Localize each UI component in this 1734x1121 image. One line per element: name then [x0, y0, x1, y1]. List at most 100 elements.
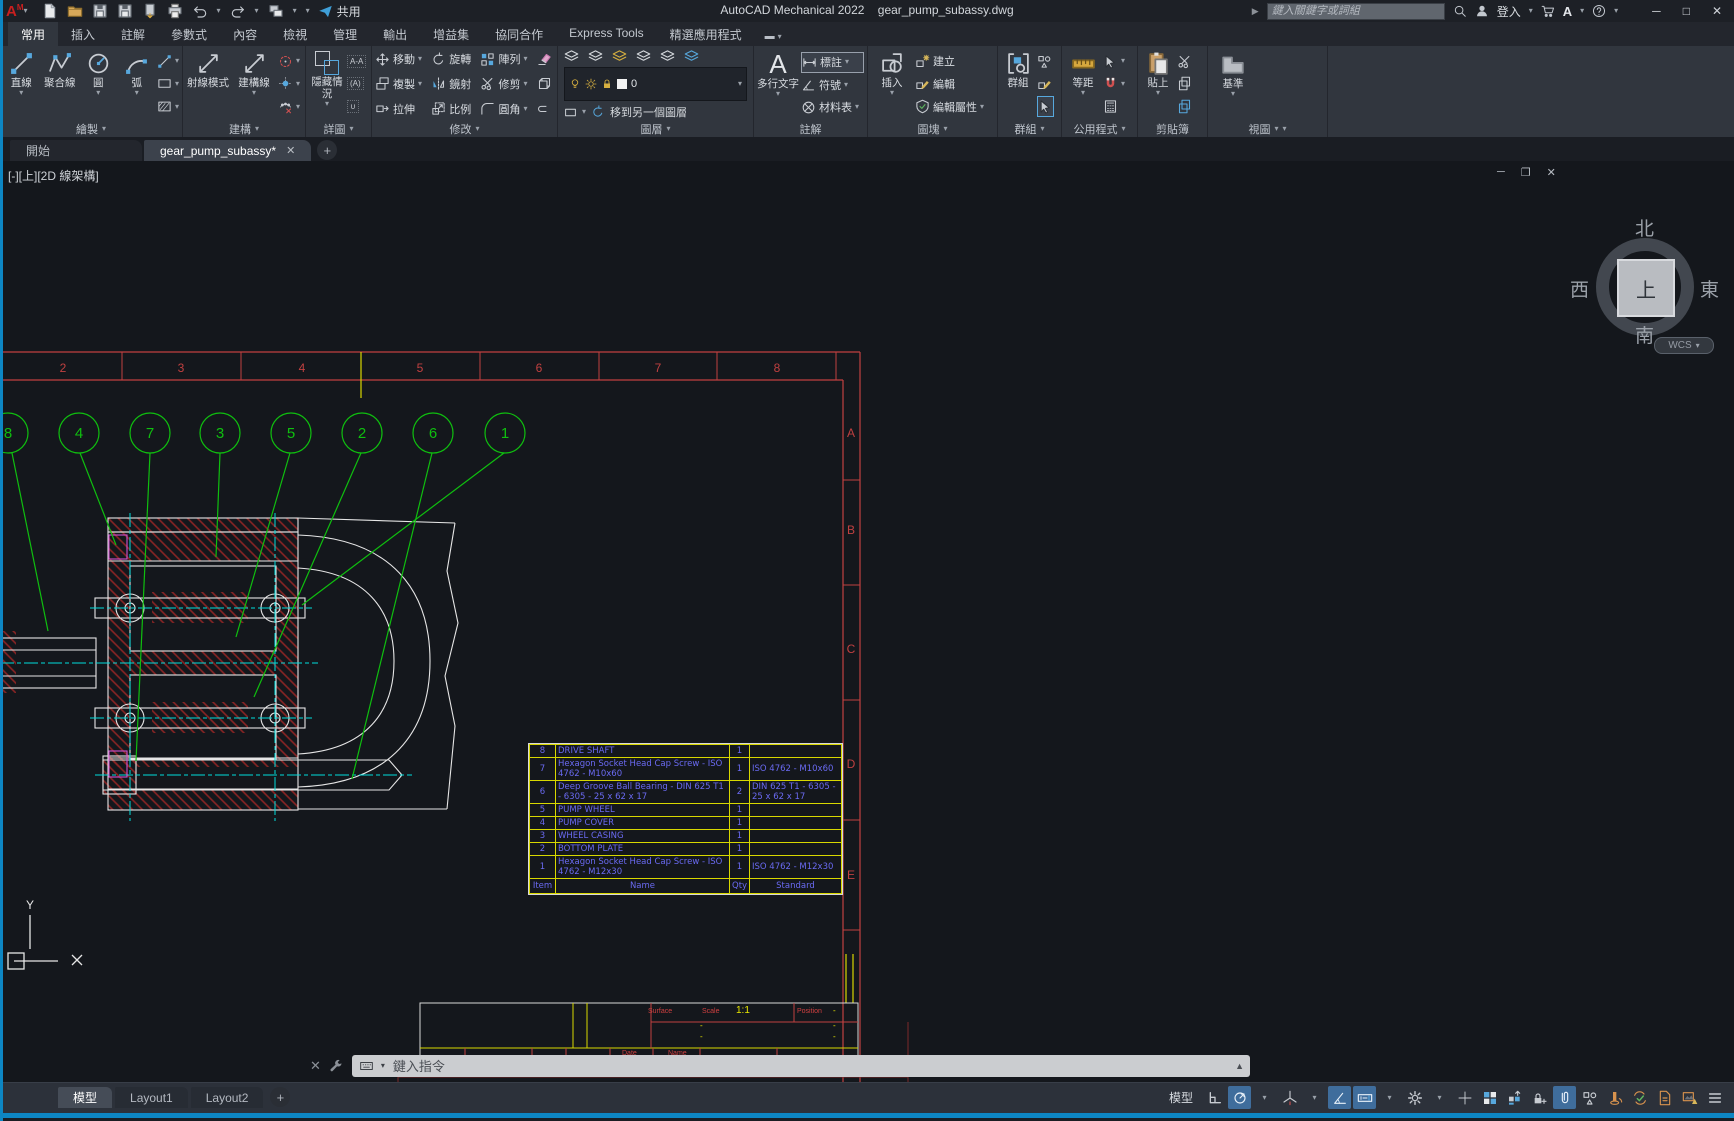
- signin-label[interactable]: 登入: [1497, 3, 1521, 20]
- drawing-canvas[interactable]: 23 45 67 8 AB CD E 84: [0, 161, 1734, 1082]
- panel-group-label[interactable]: 群組▾: [998, 120, 1061, 137]
- copy-button[interactable]: 複製▾: [375, 74, 424, 93]
- tab-express-tools[interactable]: Express Tools: [556, 22, 656, 46]
- undo-chevron-icon[interactable]: ▾: [217, 8, 221, 14]
- viewcube-south-label[interactable]: 南: [1635, 321, 1654, 348]
- group-edit-button[interactable]: [1037, 74, 1054, 93]
- selection-cycling-icon[interactable]: [1478, 1086, 1501, 1109]
- qat-more-chevron-icon[interactable]: ▾: [306, 8, 310, 14]
- detail-circle-button[interactable]: (A): [347, 74, 366, 93]
- tab-start[interactable]: 開始: [10, 140, 142, 161]
- osnap-chevron-icon[interactable]: ▾: [1378, 1086, 1401, 1109]
- line-flyout-button[interactable]: ▾: [157, 52, 179, 71]
- open-file-icon[interactable]: [67, 3, 83, 19]
- model-space-button[interactable]: 模型: [1161, 1089, 1201, 1106]
- point-button[interactable]: ▾: [278, 74, 300, 93]
- tab-addins[interactable]: 增益集: [420, 22, 482, 46]
- cut-button[interactable]: [1177, 52, 1192, 71]
- tab-close-icon[interactable]: ✕: [286, 144, 295, 157]
- tab-home[interactable]: 常用: [8, 22, 58, 46]
- layer-thaw-sun-icon[interactable]: [585, 78, 597, 90]
- viewcube-east-label[interactable]: 東: [1700, 275, 1719, 302]
- customization-menu-icon[interactable]: [1703, 1086, 1726, 1109]
- calculator-button[interactable]: [1103, 97, 1125, 116]
- tab-manage[interactable]: 管理: [320, 22, 370, 46]
- ungroup-button[interactable]: [1037, 52, 1054, 71]
- dynamic-input-icon[interactable]: [1353, 1086, 1376, 1109]
- signin-chevron-icon[interactable]: ▾: [1529, 8, 1533, 14]
- tab-parametric[interactable]: 參數式: [158, 22, 220, 46]
- circle-button[interactable]: 圓▾: [80, 48, 117, 120]
- array-button[interactable]: 陣列▾: [480, 50, 529, 69]
- construction-line-button[interactable]: 建構線▾: [232, 48, 276, 120]
- print-icon[interactable]: [167, 3, 183, 19]
- layer-properties-icon[interactable]: [564, 49, 579, 64]
- panel-construct-label[interactable]: 建構▾: [183, 120, 305, 137]
- power-snap-status-icon[interactable]: [1603, 1086, 1626, 1109]
- ribbon-display-toggle[interactable]: ▬▾: [765, 31, 782, 46]
- stretch-button[interactable]: 拉伸: [375, 99, 424, 118]
- layer-combo[interactable]: 0 ▾: [564, 67, 747, 101]
- graphics-performance-icon[interactable]: [1678, 1086, 1701, 1109]
- redo-chevron-icon[interactable]: ▾: [255, 8, 259, 14]
- share-button[interactable]: 共用: [318, 3, 361, 20]
- new-file-icon[interactable]: [42, 3, 58, 19]
- layer-unlock-icon[interactable]: [601, 78, 613, 90]
- symbol-button[interactable]: 符號▾: [801, 76, 864, 95]
- annotation-visibility-icon[interactable]: [1503, 1086, 1526, 1109]
- power-snap-button[interactable]: ▾: [1103, 74, 1125, 93]
- panel-annotate-label[interactable]: 註解: [754, 120, 867, 137]
- panel-detail-label[interactable]: 詳圖▾: [306, 120, 371, 137]
- sheet-set-icon[interactable]: [268, 3, 284, 19]
- tab-collaborate[interactable]: 協同合作: [482, 22, 556, 46]
- recent-commands-chevron-icon[interactable]: ▾: [381, 1063, 385, 1069]
- layer-on-bulb-icon[interactable]: [569, 78, 581, 90]
- help-chevron-icon[interactable]: ▾: [1614, 8, 1618, 14]
- layer-color-swatch[interactable]: [617, 79, 627, 89]
- ray-mode-button[interactable]: 射線模式: [186, 48, 230, 120]
- drawing-restore-button[interactable]: ❐: [1521, 166, 1531, 179]
- scale-button[interactable]: 比例: [431, 99, 473, 118]
- dimension-button[interactable]: 標註▾: [801, 52, 864, 73]
- base-view-button[interactable]: 基準▾: [1211, 48, 1255, 120]
- layer-lock-icon[interactable]: [684, 49, 699, 64]
- app-store-cart-icon[interactable]: [1541, 4, 1555, 18]
- edit-attributes-button[interactable]: 編輯屬性▾: [915, 97, 994, 116]
- viewport-controls[interactable]: [-][上][2D 線架構]: [8, 167, 99, 184]
- polyline-button[interactable]: 聚合線: [42, 48, 79, 120]
- command-prompt-icon[interactable]: [358, 1059, 375, 1073]
- layer-match-icon[interactable]: [564, 106, 577, 119]
- layer-isolate-icon[interactable]: [612, 49, 627, 64]
- isolate-objects-icon[interactable]: [1578, 1086, 1601, 1109]
- tab-insert[interactable]: 插入: [58, 22, 108, 46]
- arc-button[interactable]: 弧▾: [119, 48, 156, 120]
- polar-tracking-icon[interactable]: [1328, 1086, 1351, 1109]
- fillet-button[interactable]: 圓角▾: [480, 99, 529, 118]
- units-update-icon[interactable]: [1628, 1086, 1651, 1109]
- new-drawing-tab-button[interactable]: +: [317, 140, 337, 160]
- commandline-close-icon[interactable]: ✕: [310, 1058, 321, 1074]
- minimize-button[interactable]: ─: [1652, 4, 1661, 18]
- signin-person-icon[interactable]: [1475, 4, 1489, 18]
- insert-block-button[interactable]: 插入▾: [871, 48, 913, 120]
- autodesk-a-icon[interactable]: A: [1563, 4, 1572, 19]
- tab-output[interactable]: 輸出: [370, 22, 420, 46]
- viewcube-west-label[interactable]: 西: [1570, 275, 1589, 302]
- paste-button[interactable]: 貼上▾: [1141, 48, 1175, 120]
- panel-view-label[interactable]: 視圖▾▾: [1208, 120, 1327, 137]
- tab-content[interactable]: 內容: [220, 22, 270, 46]
- quick-select-button[interactable]: ▾: [1103, 52, 1125, 71]
- section-aa-button[interactable]: A-A: [347, 52, 366, 71]
- line-button[interactable]: 直線▾: [3, 48, 40, 120]
- autodesk-chevron-icon[interactable]: ▾: [1580, 8, 1584, 14]
- tab-layout2[interactable]: Layout2: [191, 1087, 264, 1108]
- command-history-up-icon[interactable]: ▲: [1235, 1061, 1244, 1071]
- hidden-situation-button[interactable]: 隱藏情況▾: [309, 48, 345, 120]
- autocad-logo-icon[interactable]: A: [6, 3, 16, 20]
- save-as-icon[interactable]: [117, 3, 133, 19]
- model-space-canvas[interactable]: 23 45 67 8 AB CD E 84: [0, 161, 1734, 1082]
- panel-collapse-icon[interactable]: ▾: [1283, 126, 1287, 132]
- panel-block-label[interactable]: 圖塊▾: [868, 120, 997, 137]
- tab-featured-apps[interactable]: 精選應用程式: [657, 22, 755, 46]
- group-button[interactable]: 群組: [1001, 48, 1035, 120]
